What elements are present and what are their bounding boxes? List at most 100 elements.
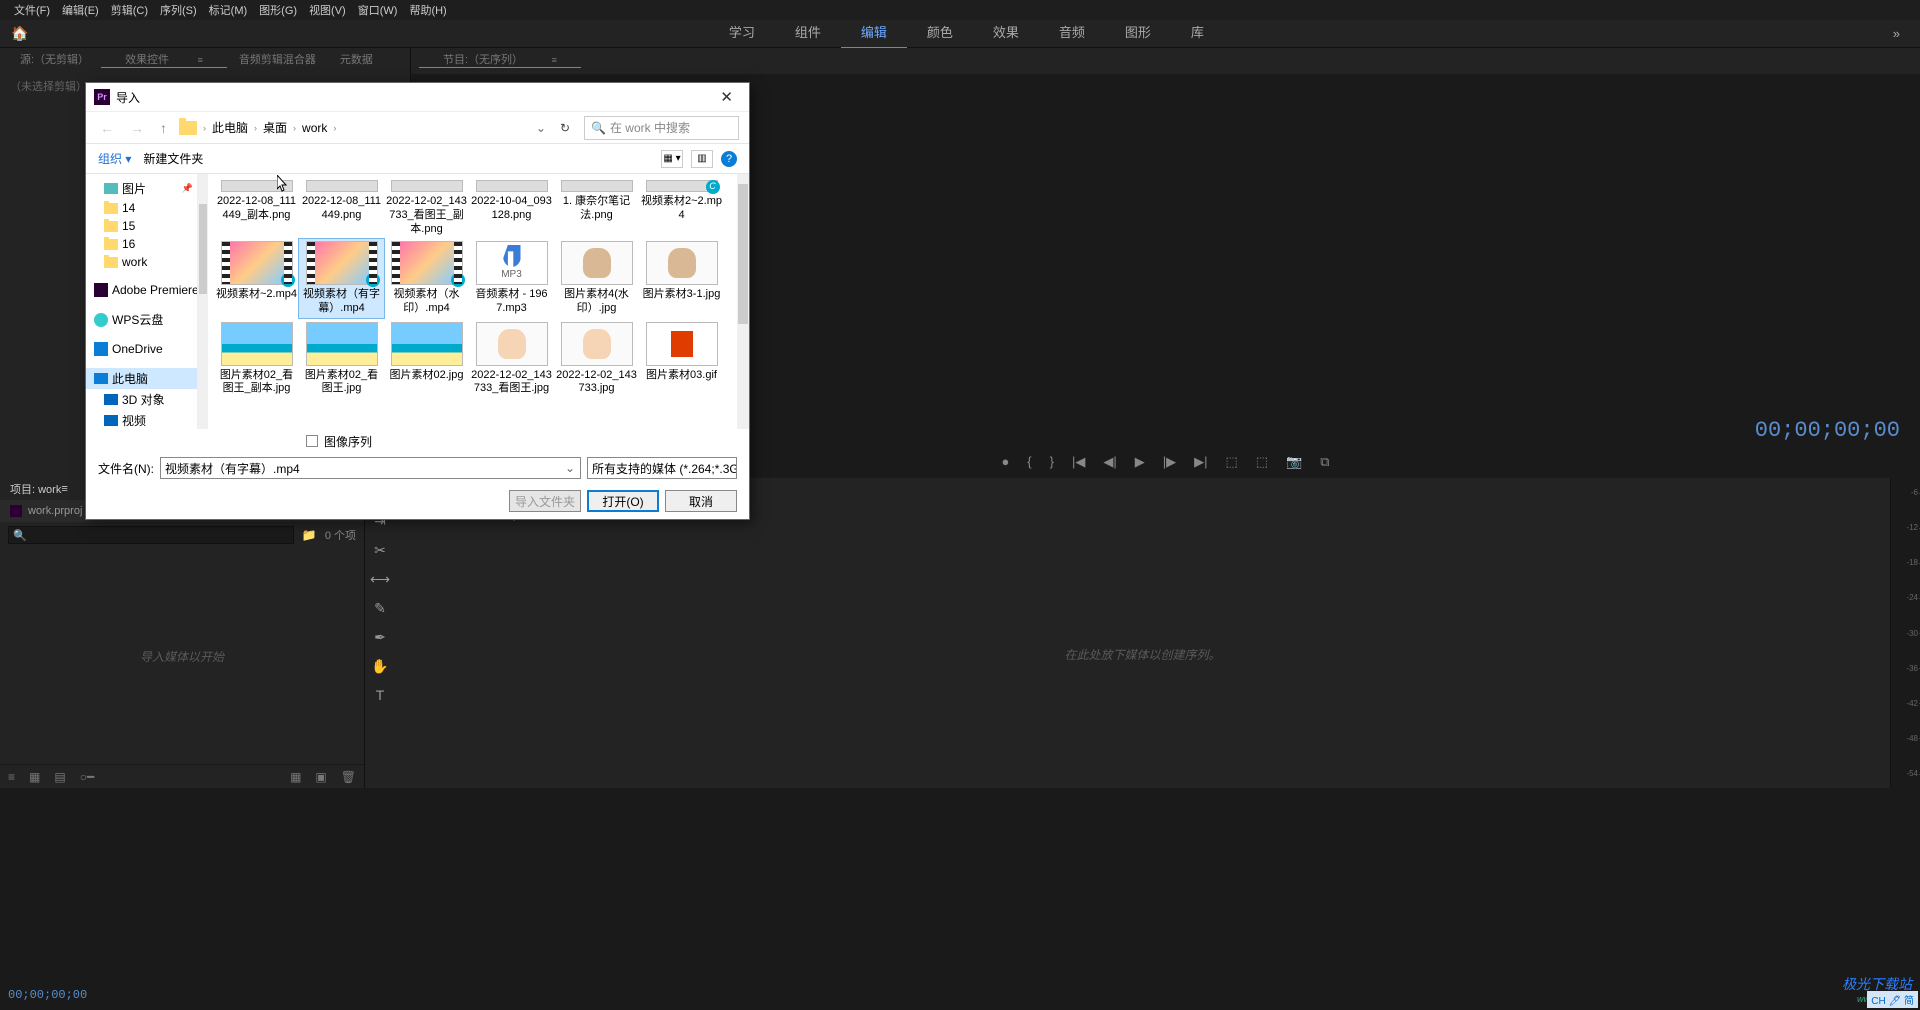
mark-out-icon[interactable]: { bbox=[1027, 454, 1031, 470]
new-bin-icon[interactable]: ▦ bbox=[290, 770, 301, 784]
clear-icon[interactable]: 🗑 bbox=[341, 770, 356, 784]
file-item[interactable]: C视频素材（有字幕）.mp4 bbox=[299, 239, 384, 318]
file-item[interactable]: 图片素材02_看图王.jpg bbox=[299, 320, 384, 399]
organize-button[interactable]: 组织 ▾ bbox=[98, 150, 131, 167]
tree-pictures[interactable]: 图片📌 bbox=[86, 178, 197, 199]
tab-audio-mixer[interactable]: 音频剪辑混合器 bbox=[227, 51, 328, 67]
export-frame-icon[interactable]: 📷 bbox=[1286, 454, 1302, 470]
ripple-icon[interactable]: ✂ bbox=[374, 542, 386, 559]
new-item-icon[interactable]: ▣ bbox=[315, 770, 326, 784]
file-item[interactable]: 图片素材03.gif bbox=[639, 320, 724, 399]
file-item[interactable]: 2022-12-02_143733_看图王_副本.png bbox=[384, 178, 469, 237]
open-button[interactable]: 打开(O) bbox=[587, 490, 659, 512]
tree-14[interactable]: 14 bbox=[86, 199, 197, 217]
file-item[interactable]: 1. 康奈尔笔记法.png bbox=[554, 178, 639, 237]
play-icon[interactable]: ▶ bbox=[1135, 454, 1145, 470]
cancel-button[interactable]: 取消 bbox=[665, 490, 737, 512]
tab-source[interactable]: 源:（无剪辑） bbox=[8, 51, 101, 67]
project-drop-hint[interactable]: 导入媒体以开始 bbox=[0, 548, 364, 764]
bc-work[interactable]: work bbox=[302, 121, 327, 135]
filename-input[interactable]: 视频素材（有字幕）.mp4⌄ bbox=[160, 457, 581, 479]
menu-edit[interactable]: 编辑(E) bbox=[56, 2, 105, 18]
help-icon[interactable]: ? bbox=[721, 151, 737, 167]
file-item[interactable]: 2022-12-02_143733_看图王.jpg bbox=[469, 320, 554, 399]
razor-icon[interactable]: ⟷ bbox=[370, 571, 390, 588]
menu-window[interactable]: 窗口(W) bbox=[352, 2, 404, 18]
freeform-icon[interactable]: ▤ bbox=[54, 770, 65, 784]
file-item[interactable]: 图片素材3-1.jpg bbox=[639, 239, 724, 318]
bin-icon[interactable]: 📁 bbox=[302, 528, 317, 542]
file-item[interactable]: 图片素材02.jpg bbox=[384, 320, 469, 399]
tree-onedrive[interactable]: OneDrive bbox=[86, 340, 197, 358]
file-item[interactable]: C视频素材2~2.mp4 bbox=[639, 178, 724, 237]
step-back-icon[interactable]: ◀| bbox=[1103, 454, 1116, 470]
pen-icon[interactable]: ✒ bbox=[374, 629, 386, 646]
tab-effect-controls[interactable]: 效果控件 ≡ bbox=[101, 51, 227, 68]
tree-scrollbar[interactable] bbox=[198, 174, 208, 429]
tree-thispc[interactable]: 此电脑 bbox=[86, 368, 197, 389]
ws-audio[interactable]: 音频 bbox=[1039, 19, 1105, 49]
ws-effects[interactable]: 效果 bbox=[973, 19, 1039, 49]
file-item[interactable]: 2022-12-08_111449.png bbox=[299, 178, 384, 237]
file-item[interactable]: 2022-12-02_143733.jpg bbox=[554, 320, 639, 399]
menu-graphic[interactable]: 图形(G) bbox=[253, 2, 303, 18]
ws-edit[interactable]: 编辑 bbox=[841, 19, 907, 49]
refresh-icon[interactable]: ↻ bbox=[554, 121, 576, 135]
hand-icon[interactable]: ✋ bbox=[371, 658, 388, 675]
ws-learn[interactable]: 学习 bbox=[709, 19, 775, 49]
search-input[interactable]: 🔍 在 work 中搜索 bbox=[584, 116, 739, 140]
step-fwd-icon[interactable]: |▶ bbox=[1163, 454, 1176, 470]
tab-program[interactable]: 节目:（无序列） ≡ bbox=[419, 51, 581, 68]
mark-in-icon[interactable]: ● bbox=[1001, 454, 1009, 470]
tree-15[interactable]: 15 bbox=[86, 217, 197, 235]
goto-out-icon[interactable]: ▶| bbox=[1194, 454, 1207, 470]
project-search-input[interactable]: 🔍 bbox=[8, 526, 294, 544]
slip-icon[interactable]: ✎ bbox=[374, 600, 386, 617]
tree-3d[interactable]: 3D 对象 bbox=[86, 389, 197, 410]
ws-graphics[interactable]: 图形 bbox=[1105, 19, 1171, 49]
lift-icon[interactable]: ⬚ bbox=[1225, 454, 1237, 470]
filter-dropdown[interactable]: 所有支持的媒体 (*.264;*.3G2;*⌄ bbox=[587, 457, 737, 479]
file-item[interactable]: 2022-10-04_093128.png bbox=[469, 178, 554, 237]
file-item[interactable]: MP3音频素材 - 1967.mp3 bbox=[469, 239, 554, 318]
import-folder-button[interactable]: 导入文件夹 bbox=[509, 490, 581, 512]
timeline-drop-hint[interactable]: 在此处放下媒体以创建序列。 bbox=[395, 521, 1890, 788]
menu-clip[interactable]: 剪辑(C) bbox=[105, 2, 154, 18]
files-scrollbar[interactable] bbox=[737, 174, 749, 429]
image-sequence-checkbox[interactable] bbox=[306, 435, 318, 447]
tree-premiere[interactable]: Adobe Premiere bbox=[86, 281, 197, 299]
menu-help[interactable]: 帮助(H) bbox=[403, 2, 452, 18]
ws-overflow-icon[interactable]: » bbox=[1893, 26, 1900, 41]
view-mode-button[interactable]: ▦ ▾ bbox=[661, 150, 683, 168]
tab-metadata[interactable]: 元数据 bbox=[328, 51, 385, 67]
bc-pc[interactable]: 此电脑 bbox=[212, 119, 248, 136]
extract-icon[interactable]: ⬚ bbox=[1256, 454, 1268, 470]
icon-view-icon[interactable]: ▦ bbox=[29, 770, 40, 784]
goto-in-icon[interactable]: |◀ bbox=[1072, 454, 1085, 470]
preview-pane-button[interactable]: ▥ bbox=[691, 150, 713, 168]
new-folder-button[interactable]: 新建文件夹 bbox=[143, 150, 203, 167]
home-icon[interactable]: 🏠 bbox=[0, 25, 40, 42]
compare-icon[interactable]: ⧉ bbox=[1320, 454, 1329, 470]
ws-library[interactable]: 库 bbox=[1171, 19, 1224, 49]
file-item[interactable]: 图片素材02_看图王_副本.jpg bbox=[214, 320, 299, 399]
tree-16[interactable]: 16 bbox=[86, 235, 197, 253]
type-icon[interactable]: T bbox=[376, 687, 385, 703]
tree-video[interactable]: 视频 bbox=[86, 410, 197, 429]
breadcrumb[interactable]: › 此电脑 › 桌面 › work › ⌄ bbox=[179, 119, 546, 136]
tree-wps[interactable]: WPS云盘 bbox=[86, 309, 197, 330]
file-item[interactable]: C视频素材~2.mp4 bbox=[214, 239, 299, 318]
bc-desktop[interactable]: 桌面 bbox=[263, 119, 287, 136]
menu-file[interactable]: 文件(F) bbox=[8, 2, 56, 18]
file-item[interactable]: 2022-12-08_111449_副本.png bbox=[214, 178, 299, 237]
mark-icon[interactable]: } bbox=[1050, 454, 1054, 470]
sizer-icon[interactable]: ○━ bbox=[80, 770, 94, 784]
nav-up-icon[interactable]: ↑ bbox=[156, 120, 171, 136]
file-item[interactable]: C视频素材（水印）.mp4 bbox=[384, 239, 469, 318]
menu-view[interactable]: 视图(V) bbox=[303, 2, 352, 18]
list-view-icon[interactable]: ≡ bbox=[8, 770, 15, 784]
ws-assembly[interactable]: 组件 bbox=[775, 19, 841, 49]
nav-fwd-icon[interactable]: → bbox=[126, 120, 148, 136]
bc-dropdown-icon[interactable]: ⌄ bbox=[536, 121, 546, 135]
menu-mark[interactable]: 标记(M) bbox=[203, 2, 254, 18]
